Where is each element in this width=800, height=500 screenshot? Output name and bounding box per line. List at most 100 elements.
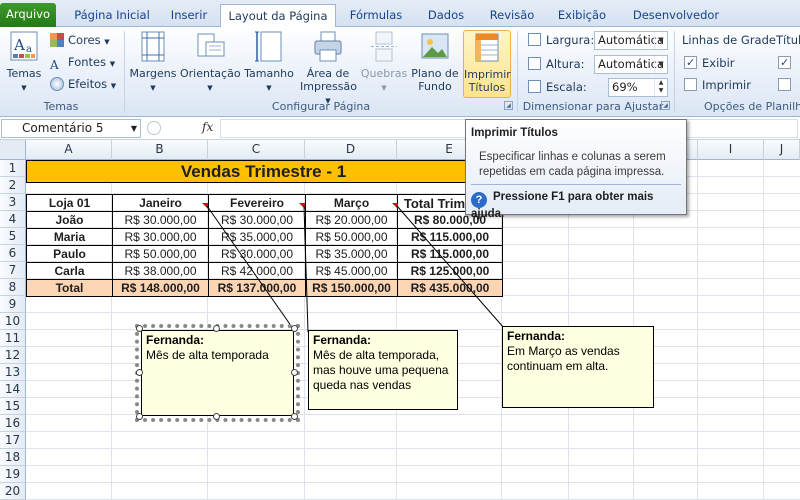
tab-pagina-inicial[interactable]: Página Inicial xyxy=(62,4,162,27)
resize-handle[interactable] xyxy=(291,369,298,376)
row-header-3[interactable]: 3 xyxy=(0,194,26,211)
total-cell[interactable]: R$ 435.000,00 xyxy=(397,279,503,297)
column-header-j[interactable]: J xyxy=(764,140,800,160)
table-cell[interactable]: R$ 30.000,00 xyxy=(208,211,306,229)
resize-handle[interactable] xyxy=(136,369,143,376)
table-cell[interactable]: R$ 20.000,00 xyxy=(305,211,398,229)
row-header-20[interactable]: 20 xyxy=(0,483,26,500)
tab-exibicao[interactable]: Exibição xyxy=(552,4,612,27)
row-header-14[interactable]: 14 xyxy=(0,381,26,398)
sheet-title[interactable]: Vendas Trimestre - 1 xyxy=(26,160,501,183)
efeitos-button[interactable]: Efeitos ▼ xyxy=(50,74,116,94)
row-header-6[interactable]: 6 xyxy=(0,245,26,262)
table-header-cell[interactable]: Março xyxy=(305,194,398,212)
tab-inserir[interactable]: Inserir xyxy=(166,4,212,27)
row-header-16[interactable]: 16 xyxy=(0,415,26,432)
table-cell[interactable]: R$ 50.000,00 xyxy=(112,245,209,263)
column-header-i[interactable]: I xyxy=(698,140,764,160)
row-header-18[interactable]: 18 xyxy=(0,449,26,466)
comment-box-1[interactable]: Fernanda: Mês de alta temporada xyxy=(135,324,300,422)
resize-handle[interactable] xyxy=(213,325,220,332)
tab-desenvolvedor[interactable]: Desenvolvedor xyxy=(624,4,728,27)
altura-combo[interactable]: Automática ▼ xyxy=(594,55,668,74)
row-header-4[interactable]: 4 xyxy=(0,211,26,228)
total-cell[interactable]: R$ 148.000,00 xyxy=(112,279,209,297)
resize-handle[interactable] xyxy=(136,413,143,420)
orientacao-button[interactable]: Orientação ▼ xyxy=(180,30,241,96)
row-header-2[interactable]: 2 xyxy=(0,177,26,194)
fontes-button[interactable]: A Fontes ▼ xyxy=(50,52,115,72)
column-header-b[interactable]: B xyxy=(112,140,208,160)
row-header-15[interactable]: 15 xyxy=(0,398,26,415)
plano-de-fundo-button[interactable]: Plano de Fundo xyxy=(410,30,460,96)
row-header-10[interactable]: 10 xyxy=(0,313,26,330)
table-header-cell[interactable]: Janeiro xyxy=(112,194,209,212)
tab-dados[interactable]: Dados xyxy=(420,4,472,27)
row-label-cell[interactable]: Carla xyxy=(26,262,113,280)
tab-formulas[interactable]: Fórmulas xyxy=(344,4,408,27)
table-cell[interactable]: R$ 30.000,00 xyxy=(112,211,209,229)
resize-handle[interactable] xyxy=(213,413,220,420)
imprimir-titulos-button[interactable]: Imprimir Títulos xyxy=(463,30,511,98)
resize-handle[interactable] xyxy=(291,413,298,420)
exibir-grade-checkbox[interactable]: Exibir xyxy=(684,54,735,72)
temas-button[interactable]: Aa Temas ▼ xyxy=(4,30,44,96)
table-cell[interactable]: R$ 38.000,00 xyxy=(112,262,209,280)
comment-box-3[interactable]: Fernanda: Em Março as vendas continuam e… xyxy=(502,326,654,408)
total-cell[interactable]: R$ 137.000,00 xyxy=(208,279,306,297)
row-label-cell[interactable]: Paulo xyxy=(26,245,113,263)
row-header-9[interactable]: 9 xyxy=(0,296,26,313)
column-header-a[interactable]: A xyxy=(26,140,112,160)
table-cell[interactable]: R$ 35.000,00 xyxy=(208,228,306,246)
table-cell[interactable]: R$ 30.000,00 xyxy=(112,228,209,246)
column-header-d[interactable]: D xyxy=(305,140,397,160)
total-cell[interactable]: R$ 150.000,00 xyxy=(305,279,398,297)
row-header-12[interactable]: 12 xyxy=(0,347,26,364)
row-header-13[interactable]: 13 xyxy=(0,364,26,381)
table-cell[interactable]: R$ 125.000,00 xyxy=(397,262,503,280)
dimensionar-launcher-icon[interactable]: ◢ xyxy=(661,101,670,110)
tab-layout-da-pagina[interactable]: Layout da Página xyxy=(220,4,336,28)
row-label-cell[interactable]: João xyxy=(26,211,113,229)
margens-button[interactable]: Margens ▼ xyxy=(128,30,178,96)
row-header-7[interactable]: 7 xyxy=(0,262,26,279)
row-header-8[interactable]: 8 xyxy=(0,279,26,296)
row-header-5[interactable]: 5 xyxy=(0,228,26,245)
table-cell[interactable]: R$ 50.000,00 xyxy=(305,228,398,246)
resize-handle[interactable] xyxy=(136,325,143,332)
select-all-corner[interactable] xyxy=(0,140,26,160)
configurar-pagina-launcher-icon[interactable]: ◢ xyxy=(504,101,513,110)
table-cell[interactable]: R$ 45.000,00 xyxy=(305,262,398,280)
escala-spinner[interactable]: 69% ▲ ▼ xyxy=(608,78,668,97)
name-box[interactable]: Comentário 5 ▼ xyxy=(1,119,141,138)
tab-revisao[interactable]: Revisão xyxy=(482,4,542,27)
column-header-c[interactable]: C xyxy=(208,140,305,160)
largura-combo[interactable]: Automática ▼ xyxy=(594,31,668,50)
comment-box-2[interactable]: Fernanda: Mês de alta temporada, mas hou… xyxy=(308,330,458,410)
imprimir-titulos-checkbox[interactable] xyxy=(778,76,796,94)
tamanho-button[interactable]: Tamanho ▼ xyxy=(242,30,296,96)
quebras-button[interactable]: Quebras ▼ xyxy=(360,30,408,96)
table-header-cell[interactable]: Loja 01 xyxy=(26,194,113,212)
cores-button[interactable]: Cores ▼ xyxy=(50,30,110,50)
row-header-19[interactable]: 19 xyxy=(0,466,26,483)
table-cell[interactable]: R$ 30.000,00 xyxy=(208,245,306,263)
total-cell[interactable]: Total xyxy=(26,279,113,297)
imprimir-grade-checkbox[interactable]: Imprimir xyxy=(684,76,751,94)
formula-bar-resize-icon[interactable] xyxy=(147,121,161,135)
resize-handle[interactable] xyxy=(291,325,298,332)
row-header-17[interactable]: 17 xyxy=(0,432,26,449)
area-de-impressao-button[interactable]: Área de Impressão ▼ xyxy=(300,30,357,105)
row-header-1[interactable]: 1 xyxy=(0,160,26,177)
tab-arquivo[interactable]: Arquivo xyxy=(0,3,56,27)
insert-function-icon[interactable]: fx xyxy=(202,120,213,134)
table-cell[interactable]: R$ 115.000,00 xyxy=(397,228,503,246)
exibir-titulos-checkbox[interactable] xyxy=(778,54,796,72)
table-cell[interactable]: R$ 115.000,00 xyxy=(397,245,503,263)
table-cell[interactable]: R$ 35.000,00 xyxy=(305,245,398,263)
table-cell[interactable]: R$ 42.000,00 xyxy=(208,262,306,280)
row-header-11[interactable]: 11 xyxy=(0,330,26,347)
row-label-cell[interactable]: Maria xyxy=(26,228,113,246)
table-header-cell[interactable]: Fevereiro xyxy=(208,194,306,212)
spinner-arrows-icon[interactable]: ▲ ▼ xyxy=(654,79,667,96)
